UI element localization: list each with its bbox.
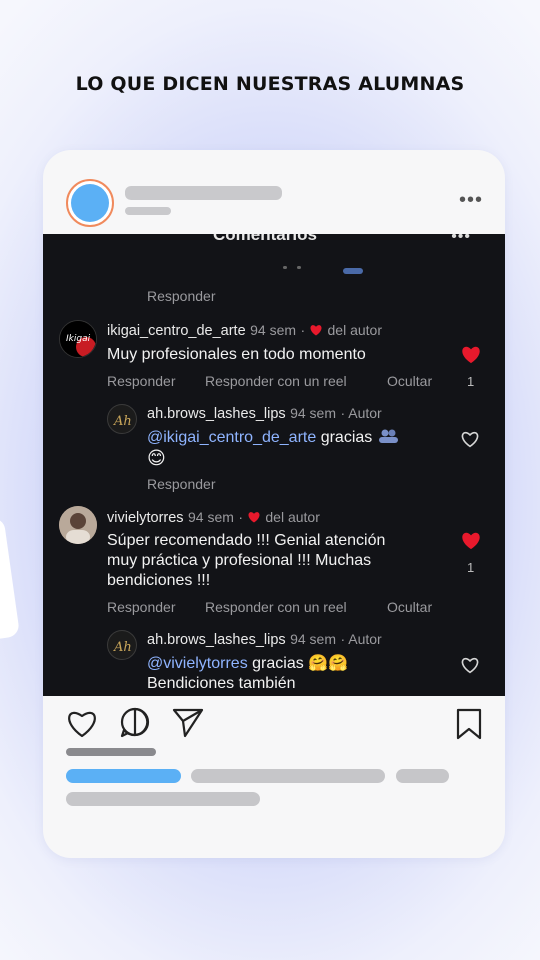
post-image: Comentarios ••• Responder Ikigai ikigai_… (43, 234, 505, 696)
reply-text: @ikigai_centro_de_arte gracias (147, 428, 399, 448)
like-count: 1 (467, 374, 475, 389)
bookmark-icon[interactable] (455, 708, 483, 740)
svg-text:Ah: Ah (113, 640, 132, 655)
reply-meta: ah.brows_lashes_lips 94 sem · Autor (147, 631, 382, 648)
heart-outline-icon (461, 431, 479, 448)
like-count: 1 (467, 560, 475, 575)
brand-logo-icon: Ah (113, 640, 132, 655)
caption-placeholder (396, 769, 449, 783)
liked-heart-icon (462, 346, 480, 364)
heart-outline-icon (461, 657, 479, 674)
post-header: ••• (43, 150, 505, 234)
truncated-row (193, 264, 393, 278)
heart-icon (310, 325, 322, 336)
brand-logo-icon: Ah (113, 414, 132, 429)
comment-hide-action: Ocultar (387, 599, 433, 615)
background-decoration (0, 516, 21, 644)
commenter-avatar: Ikigai (59, 320, 97, 358)
comment-icon[interactable] (119, 706, 151, 738)
comment-text: Súper recomendado !!! Genial atención mu… (107, 531, 385, 591)
reply-text: @vivielytorres gracias 🤗🤗 (147, 654, 348, 674)
more-horizontal-icon[interactable]: ••• (459, 190, 483, 210)
page-title: LO QUE DICEN NUESTRAS ALUMNAS (75, 73, 465, 95)
caption-placeholder (191, 769, 385, 783)
comment-hide-action: Ocultar (387, 373, 433, 389)
commenter-avatar (59, 506, 97, 544)
reply-badge: Autor (348, 405, 382, 421)
comment-text-line: bendiciones !!! (107, 572, 211, 589)
reply-mention: @vivielytorres (147, 655, 248, 672)
author-badge: del autor (327, 322, 382, 338)
share-icon[interactable] (171, 706, 205, 738)
caption-placeholder (66, 792, 260, 806)
reply-avatar: Ah (107, 630, 137, 660)
comment-text-line: muy práctica y profesional !!! Muchas (107, 552, 372, 569)
reply-mention: @ikigai_centro_de_arte (147, 429, 317, 446)
heart-icon[interactable] (65, 708, 99, 738)
reply-username: ah.brows_lashes_lips (147, 632, 286, 648)
reply-avatar: Ah (107, 404, 137, 434)
profile-avatar[interactable] (66, 179, 114, 227)
post-actions (43, 696, 505, 858)
comment-text-line: Súper recomendado !!! Genial atención (107, 532, 386, 549)
people-icon (378, 429, 398, 443)
reply-meta: ah.brows_lashes_lips 94 sem · Autor (147, 405, 382, 422)
comment-reply-action: Responder (107, 599, 176, 615)
reply-username: ah.brows_lashes_lips (147, 406, 286, 422)
comment-time: 94 sem (188, 509, 234, 525)
username-placeholder (125, 186, 282, 200)
comment-reply-action: Responder (107, 373, 176, 389)
subtitle-placeholder (125, 207, 171, 215)
comment-meta: vivielytorres 94 sem · del autor (107, 509, 320, 526)
comment-meta: ikigai_centro_de_arte 94 sem · del autor (107, 322, 382, 339)
comment-reel-action: Responder con un reel (205, 599, 347, 615)
reply-body: gracias (320, 429, 373, 446)
author-badge: del autor (265, 509, 320, 525)
comment-username: ikigai_centro_de_arte (107, 323, 246, 339)
reply-time: 94 sem (290, 631, 337, 647)
reply-text-line2: Bendiciones también (147, 675, 296, 692)
reply-link: Responder (147, 288, 216, 304)
svg-text:Ah: Ah (113, 414, 132, 429)
reply-emoji: 😊 (147, 448, 166, 468)
svg-text:Ikigai: Ikigai (66, 334, 91, 344)
reply-badge: Autor (348, 631, 382, 647)
user-photo-icon (59, 506, 97, 544)
comment-text: Muy profesionales en todo momento (107, 346, 366, 363)
likes-placeholder (66, 748, 156, 756)
liked-heart-icon (462, 532, 480, 550)
comment-reel-action: Responder con un reel (205, 373, 347, 389)
caption-username-placeholder (66, 769, 181, 783)
post-card: ••• Comentarios ••• Responder Ikigai iki… (43, 150, 505, 858)
heart-icon (248, 512, 260, 523)
comments-header-title: Comentarios (213, 234, 317, 244)
comment-time: 94 sem (250, 322, 297, 338)
comments-more-icon: ••• (451, 234, 471, 245)
comment-username: vivielytorres (107, 510, 184, 526)
ikigai-logo-icon: Ikigai (60, 321, 96, 357)
reply-body: gracias 🤗🤗 (252, 655, 349, 672)
reply-action: Responder (147, 476, 216, 492)
reply-time: 94 sem (290, 405, 337, 421)
